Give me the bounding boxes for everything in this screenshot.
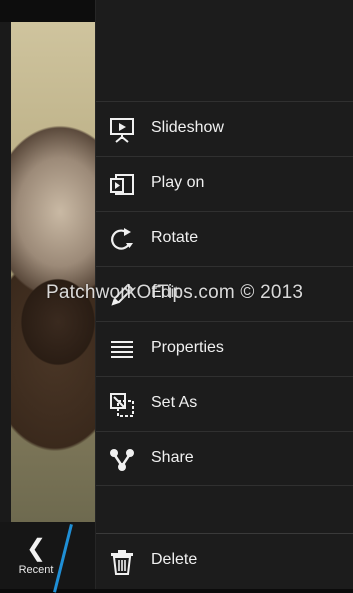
set-as-icon xyxy=(108,391,136,419)
menu-item-play-on[interactable]: Play on xyxy=(96,156,353,211)
menu-item-set-as[interactable]: Set As xyxy=(96,376,353,431)
properties-icon xyxy=(108,336,136,364)
top-status-area xyxy=(0,0,95,22)
watermark-text: PatchworkOfTips.com © 2013 xyxy=(46,282,304,303)
menu-item-label: Set As xyxy=(151,394,198,411)
menu-item-label: Share xyxy=(151,449,194,466)
menu-item-share[interactable]: Share xyxy=(96,431,353,486)
menu-item-properties[interactable]: Properties xyxy=(96,321,353,376)
share-icon xyxy=(108,446,136,474)
menu-item-delete[interactable]: Delete xyxy=(96,533,353,589)
slideshow-icon xyxy=(108,116,136,144)
play-on-icon xyxy=(108,171,136,199)
menu-item-rotate[interactable]: Rotate xyxy=(96,211,353,266)
menu-item-label: Rotate xyxy=(151,229,199,246)
trash-icon xyxy=(108,548,136,576)
rotate-icon xyxy=(108,226,136,254)
photo-viewer-image[interactable] xyxy=(0,22,110,522)
menu-header-space xyxy=(96,0,353,100)
menu-item-label: Delete xyxy=(151,551,198,568)
menu-item-label: Play on xyxy=(151,174,205,191)
menu-item-slideshow[interactable]: Slideshow xyxy=(96,101,353,156)
menu-item-label: Properties xyxy=(151,339,224,356)
menu-item-label: Slideshow xyxy=(151,119,224,136)
photo-left-edge xyxy=(0,22,11,522)
